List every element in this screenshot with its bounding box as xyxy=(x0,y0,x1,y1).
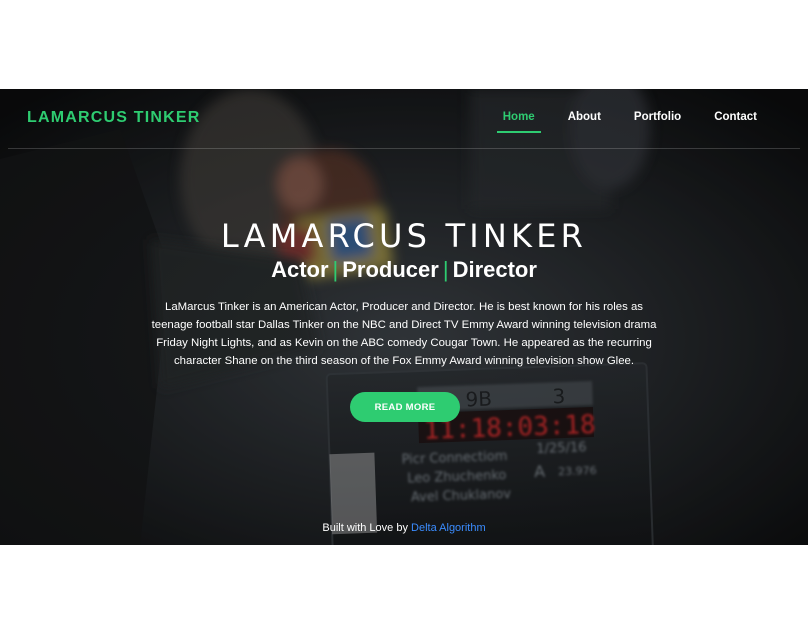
nav-contact-link[interactable]: Contact xyxy=(714,111,757,133)
footer-author-link[interactable]: Delta Algorithm xyxy=(411,522,486,534)
read-more-button[interactable]: READ MORE xyxy=(350,392,460,422)
brand-logo-link[interactable]: LAMARCUS TINKER xyxy=(27,109,201,127)
role-separator: | xyxy=(332,257,339,282)
nav-about-link[interactable]: About xyxy=(568,111,601,133)
hero-roles: Actor | Producer | Director xyxy=(0,257,808,283)
role-director: Director xyxy=(452,257,537,282)
role-actor: Actor xyxy=(271,257,329,282)
hero-section: 9B 3 11:18:03:18 Picr Connectiom 1/25/16… xyxy=(0,89,808,545)
hero-bio: LaMarcus Tinker is an American Actor, Pr… xyxy=(151,301,657,367)
role-producer: Producer xyxy=(342,257,439,282)
hero-title: LAMARCUS TINKER xyxy=(220,217,588,255)
role-separator: | xyxy=(442,257,449,282)
nav-portfolio-link[interactable]: Portfolio xyxy=(634,111,681,133)
main-nav: Home About Portfolio Contact xyxy=(470,111,757,133)
footer-credit: Built with Love by Delta Algorithm xyxy=(0,522,808,534)
nav-divider xyxy=(8,148,800,149)
footer-prefix: Built with Love by xyxy=(322,522,408,534)
nav-home-link[interactable]: Home xyxy=(496,111,541,133)
